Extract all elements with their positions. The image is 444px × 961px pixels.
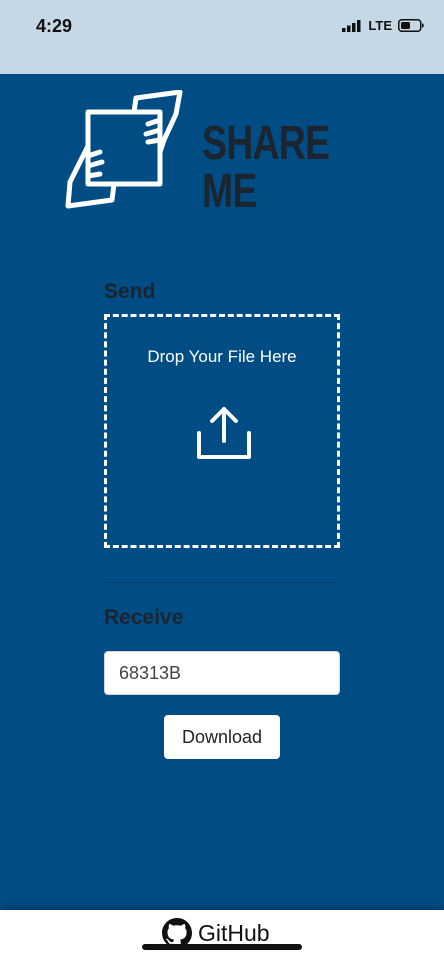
app-title: SHARE ME (202, 117, 330, 218)
status-indicators: LTE (342, 18, 424, 33)
section-divider (104, 582, 340, 583)
status-time: 4:29 (36, 16, 73, 36)
home-indicator (142, 944, 302, 950)
footer: GitHub (0, 910, 444, 961)
send-heading: Send (104, 280, 156, 303)
github-label: GitHub (198, 919, 270, 946)
signal-icon (342, 19, 362, 32)
hands-exchange-icon (64, 89, 184, 210)
receive-code-input[interactable] (104, 651, 340, 695)
network-label: LTE (368, 18, 392, 33)
drop-zone-label: Drop Your File Here (147, 347, 297, 366)
status-bar: 4:29 LTE (0, 0, 444, 74)
battery-icon (398, 19, 424, 32)
file-drop-zone[interactable]: Drop Your File Here (104, 314, 340, 548)
receive-heading: Receive (104, 606, 184, 629)
upload-icon (193, 403, 255, 465)
download-button[interactable]: Download (164, 715, 280, 759)
